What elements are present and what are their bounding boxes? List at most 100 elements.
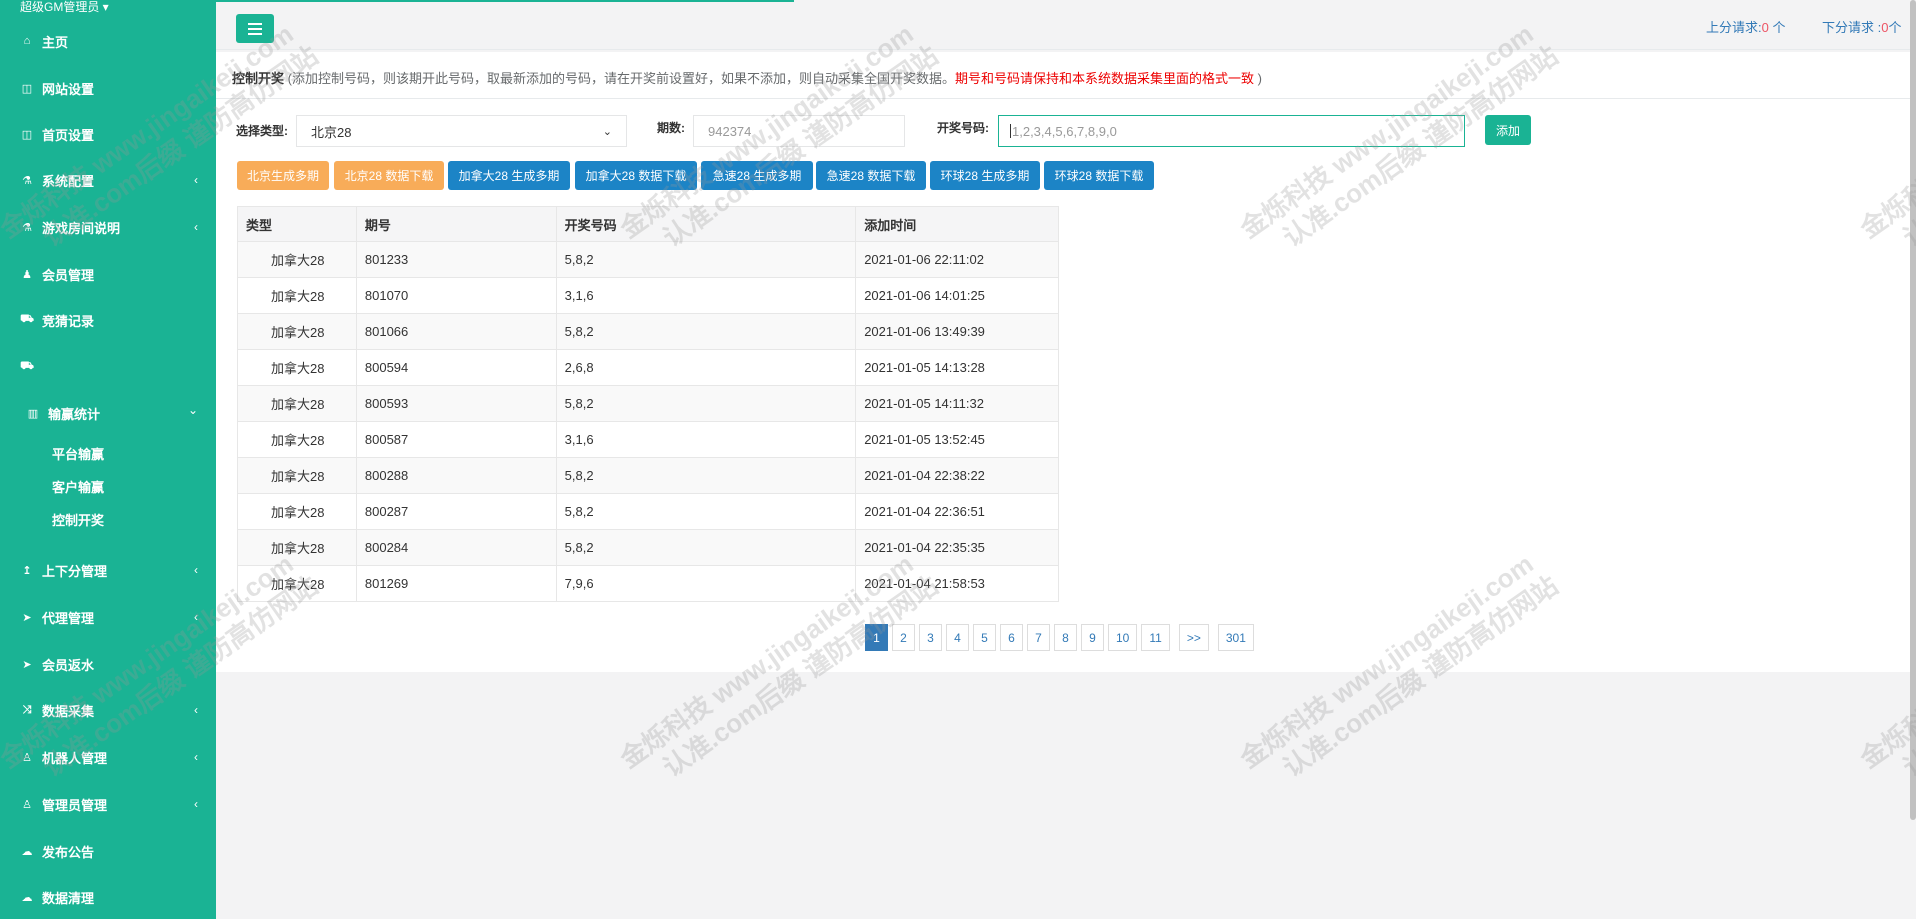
cell-type: 加拿大28 (237, 241, 357, 278)
sidebar-item[interactable]: ☁ 数据清理 (0, 883, 216, 911)
cell-period: 801269 (355, 565, 557, 602)
action-button[interactable]: 环球28 生成多期 (930, 161, 1040, 190)
type-label: 选择类型: (236, 124, 288, 138)
user-dropdown[interactable]: 超级GM管理员 ▾ (20, 0, 109, 15)
sidebar-item[interactable]: ♙ 管理员管理 ‹ (0, 790, 216, 818)
action-button[interactable]: 急速28 生成多期 (701, 161, 813, 190)
page-scrollbar[interactable] (1910, 0, 1916, 820)
sidebar-item[interactable]: ⚗ 系统配置 ‹ (0, 166, 216, 194)
car-icon: ⛟ (20, 313, 34, 325)
sidebar-item[interactable]: ⛟ (0, 353, 216, 381)
draw-number-placeholder: 1,2,3,4,5,6,7,8,9,0 (1012, 123, 1117, 139)
sidebar-item[interactable]: ♙ 机器人管理 ‹ (0, 743, 216, 771)
sidebar-item[interactable]: ⛟ 竞猜记录 (0, 306, 216, 334)
sidebar-subitem[interactable]: 控制开奖 (52, 510, 104, 529)
sidebar-item[interactable]: ⌂ 主页 (0, 27, 216, 55)
level-up-icon: ↥ (22, 564, 32, 577)
action-button[interactable]: 加拿大28 数据下载 (575, 161, 697, 190)
sidebar: 超级GM管理员 ▾ ⌂ 主页 ◫ 网站设置 ◫ 首页设置 ⚗ 系统配置 ‹ ⚗ 游戏房间说明 ‹ ♟ 会员… (0, 0, 216, 919)
chevron-left-icon: ‹ (194, 563, 198, 577)
sidebar-item-label: 网站设置 (42, 81, 95, 97)
sidebar-item-label: 竞猜记录 (42, 313, 95, 329)
page-link[interactable]: 2 (892, 624, 915, 651)
chevron-left-icon: ‹ (194, 797, 198, 811)
cell-number: 7,9,6 (555, 565, 857, 602)
male-icon: ♙ (22, 798, 32, 811)
sidebar-item[interactable]: ▥ 输赢统计 ⌄ (0, 399, 216, 427)
sidebar-item[interactable]: ☁ 发布公告 (0, 837, 216, 865)
action-button[interactable]: 环球28 数据下载 (1044, 161, 1154, 190)
sidebar-item[interactable]: ◫ 网站设置 (0, 74, 216, 102)
sidebar-item[interactable]: ↥ 上下分管理 ‹ (0, 556, 216, 584)
page-link[interactable]: 8 (1054, 624, 1077, 651)
draw-number-input[interactable]: 1,2,3,4,5,6,7,8,9,0 (998, 115, 1465, 147)
action-button[interactable]: 北京生成多期 (237, 161, 329, 190)
cell-period: 801233 (355, 241, 557, 278)
cell-type: 加拿大28 (237, 529, 357, 566)
action-button[interactable]: 北京28 数据下载 (334, 161, 444, 190)
up-request-count: 0 (1761, 20, 1769, 35)
flask-icon: ⚗ (22, 221, 32, 234)
sidebar-subitem[interactable]: 平台输赢 (52, 444, 104, 463)
cell-type: 加拿大28 (237, 565, 357, 602)
chevron-down-icon: ⌄ (602, 125, 612, 138)
last-page-link[interactable]: 301 (1217, 624, 1254, 651)
page-link[interactable]: 9 (1081, 624, 1104, 651)
chevron-left-icon: ‹ (194, 703, 198, 717)
cell-period: 800287 (355, 493, 557, 530)
sidebar-subitem[interactable]: 客户输赢 (52, 477, 104, 496)
chevron-down-icon: ⌄ (187, 403, 198, 417)
sidebar-item[interactable]: ♟ 会员管理 (0, 260, 216, 288)
table-row: 加拿大28 800288 5,8,2 2021-01-04 22:38:22 (237, 457, 1059, 494)
cell-period: 800594 (355, 349, 557, 386)
table-row: 加拿大28 801233 5,8,2 2021-01-06 22:11:02 (237, 241, 1059, 278)
cell-number: 5,8,2 (555, 313, 857, 350)
down-request-link[interactable]: 下分请求 :0个 (1822, 17, 1901, 36)
sidebar-item[interactable]: ➤ 会员返水 (0, 650, 216, 678)
page-link[interactable]: 11 (1141, 624, 1170, 651)
menu-toggle-button[interactable] (236, 14, 274, 43)
sidebar-item[interactable]: ⚗ 游戏房间说明 ‹ (0, 213, 216, 241)
cell-type: 加拿大28 (237, 349, 357, 386)
cell-type: 加拿大28 (237, 313, 357, 350)
page-link[interactable]: 10 (1108, 624, 1138, 651)
page-load-progress (216, 0, 794, 2)
cell-number: 5,8,2 (555, 241, 857, 278)
page-link[interactable]: 7 (1027, 624, 1050, 651)
panel-hint: (添加控制号码，则该期开此号码，取最新添加的号码，请在开奖前设置好，如果不添加，… (284, 71, 955, 86)
type-select[interactable]: 北京28 ⌄ (296, 115, 627, 147)
table-row: 加拿大28 800287 5,8,2 2021-01-04 22:36:51 (237, 493, 1059, 530)
columns-icon: ◫ (21, 82, 33, 95)
action-button[interactable]: 急速28 数据下载 (816, 161, 926, 190)
next-page-link[interactable]: >> (1178, 624, 1209, 651)
page-link[interactable]: 3 (919, 624, 942, 651)
sidebar-item[interactable]: ➤ 代理管理 ‹ (0, 603, 216, 631)
add-button[interactable]: 添加 (1485, 115, 1531, 145)
period-label: 期数: (657, 121, 685, 135)
col-time-header: 添加时间 (855, 206, 1059, 242)
cell-period: 800587 (355, 421, 557, 458)
sidebar-item-label: 管理员管理 (42, 797, 108, 813)
sidebar-item[interactable]: ⤨ 数据采集 ‹ (0, 696, 216, 724)
period-field[interactable]: 942374 (693, 115, 905, 147)
page-link[interactable]: 4 (946, 624, 969, 651)
flask-icon: ⚗ (22, 174, 32, 187)
page-link[interactable]: 1 (865, 624, 888, 651)
col-type-header: 类型 (237, 206, 357, 242)
cell-time: 2021-01-05 14:13:28 (855, 349, 1059, 386)
action-button[interactable]: 加拿大28 生成多期 (448, 161, 570, 190)
number-label: 开奖号码: (937, 121, 989, 135)
sidebar-item-label: 主页 (42, 34, 69, 50)
table-row: 加拿大28 801070 3,1,6 2021-01-06 14:01:25 (237, 277, 1059, 314)
sidebar-item-label: 游戏房间说明 (42, 220, 121, 236)
sidebar-item-label: 上下分管理 (42, 563, 108, 579)
paper-plane-icon: ➤ (22, 611, 32, 624)
page-link[interactable]: 5 (973, 624, 996, 651)
up-request-link[interactable]: 上分请求:0 个 (1706, 17, 1785, 36)
col-number-header: 开奖号码 (555, 206, 857, 242)
cell-period: 800288 (355, 457, 557, 494)
sidebar-item[interactable]: ◫ 首页设置 (0, 120, 216, 148)
paper-plane-icon: ➤ (22, 658, 32, 671)
user-name: 超级GM管理员 (20, 0, 100, 14)
page-link[interactable]: 6 (1000, 624, 1023, 651)
